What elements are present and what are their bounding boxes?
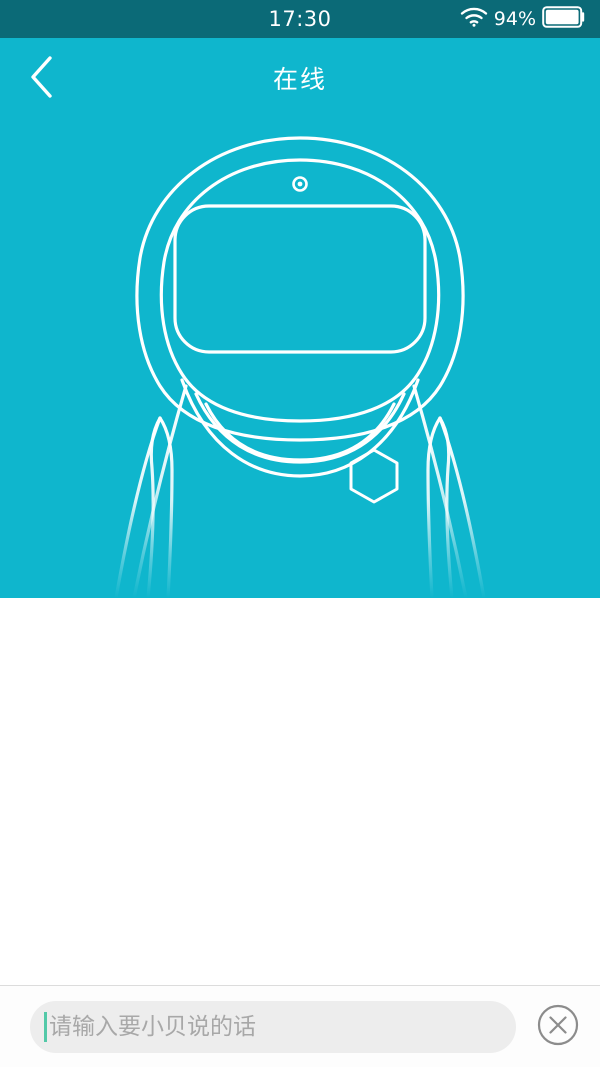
battery-percent-label: 94% <box>493 8 536 30</box>
status-indicators: 94% <box>460 0 586 38</box>
message-input[interactable] <box>49 1000 502 1053</box>
chevron-left-icon <box>26 53 58 104</box>
app-root: 17:30 94% 在线 请输入要小贝说的话 <box>0 0 600 1067</box>
control-pad: 前进 左转 右转 <box>0 598 600 985</box>
wifi-icon <box>460 7 488 31</box>
status-bar: 17:30 94% <box>0 0 600 38</box>
status-clock: 17:30 <box>268 7 332 31</box>
clear-button[interactable] <box>532 1001 584 1053</box>
robot-illustration-panel <box>0 118 600 598</box>
back-button[interactable] <box>16 52 68 104</box>
nav-bar: 在线 <box>0 38 600 118</box>
camera-dot-icon <box>292 176 308 192</box>
close-circle-icon <box>536 1003 580 1050</box>
page-title: 在线 <box>272 65 327 94</box>
message-input-bar <box>0 985 600 1067</box>
message-input-wrapper[interactable] <box>30 1000 516 1053</box>
text-caret <box>44 1011 47 1042</box>
robot-illustration <box>114 136 486 598</box>
battery-icon <box>542 6 586 32</box>
hexagon-badge-icon <box>349 448 399 504</box>
